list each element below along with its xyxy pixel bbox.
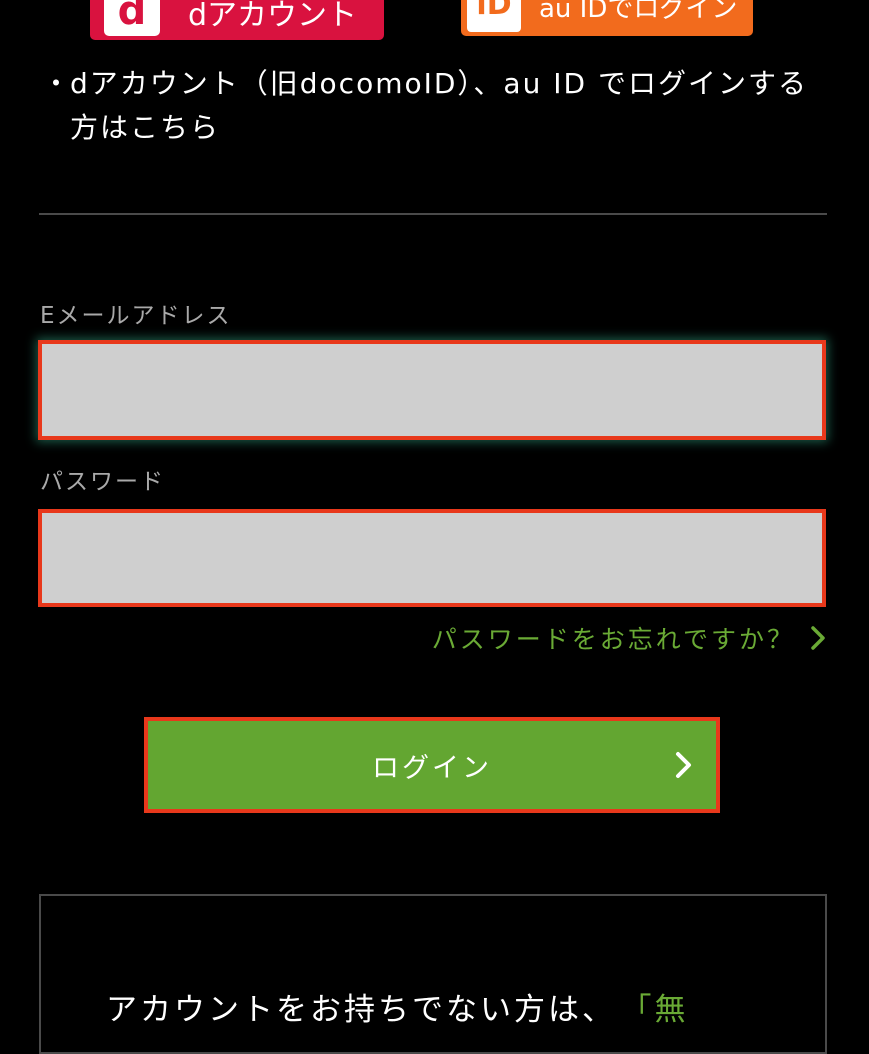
chevron-right-icon <box>676 752 691 778</box>
email-field[interactable] <box>38 340 826 440</box>
forgot-password-label: パスワードをお忘れですか？ <box>431 625 795 654</box>
forgot-password-link[interactable]: パスワードをお忘れですか？ <box>432 620 829 656</box>
password-label: パスワード <box>40 469 165 495</box>
note-bullet: ・ <box>42 67 73 100</box>
au-id-label: au IDでログイン <box>539 0 738 24</box>
chevron-right-icon <box>811 626 825 650</box>
password-field[interactable] <box>38 509 826 607</box>
au-id-login-button[interactable]: iD au IDでログイン <box>461 0 753 36</box>
d-account-label: dアカウント <box>188 0 358 33</box>
signup-link[interactable]: 「無 <box>636 992 689 1028</box>
au-id-logo: iD <box>467 0 521 32</box>
login-button-label: ログイン <box>372 752 492 784</box>
note-text: dアカウント（旧docomoID）、au ID でログインする方はこちら <box>70 67 808 144</box>
signup-box: アカウントをお持ちでない方は、 「無 <box>39 894 827 1054</box>
section-divider <box>39 213 827 215</box>
d-account-login-button[interactable]: d dアカウント <box>90 0 384 40</box>
partner-login-note: ・ dアカウント（旧docomoID）、au ID でログインする方はこちら <box>42 62 832 150</box>
signup-text: アカウントをお持ちでない方は、 「無 <box>106 984 689 1029</box>
d-account-logo: d <box>104 0 160 36</box>
signup-prompt: アカウントをお持ちでない方は、 <box>106 992 616 1028</box>
login-button[interactable]: ログイン <box>144 717 720 813</box>
email-label: Eメールアドレス <box>40 303 232 329</box>
